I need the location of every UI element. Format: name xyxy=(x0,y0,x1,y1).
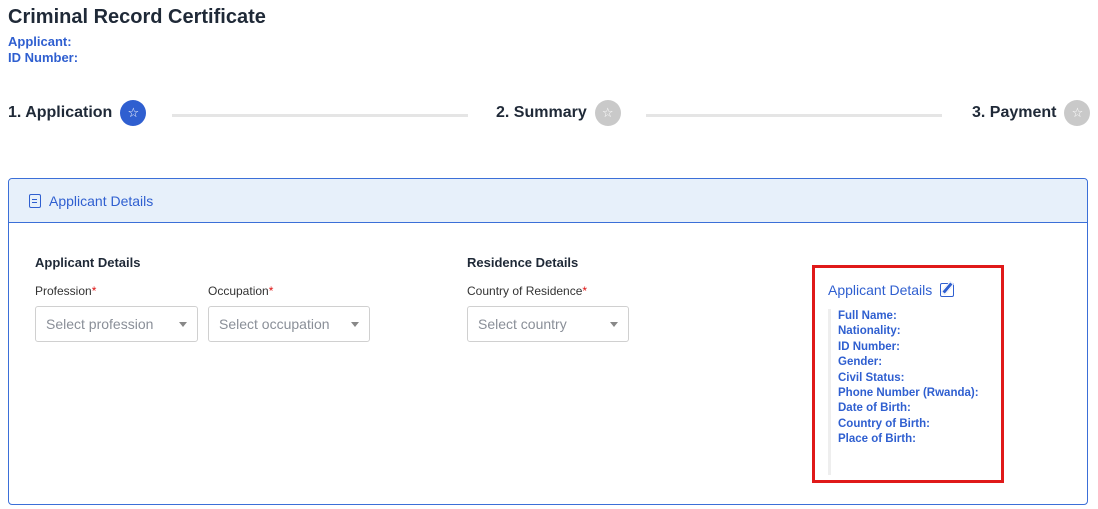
step-application[interactable]: 1. Application ☆ xyxy=(8,100,147,126)
step-payment-label: 3. Payment xyxy=(972,104,1057,121)
star-icon: ☆ xyxy=(120,100,147,126)
card-header-label: Applicant Details xyxy=(49,192,154,209)
chevron-down-icon xyxy=(610,321,618,327)
detail-country-of-birth: Country of Birth: xyxy=(838,417,930,430)
country-placeholder: Select country xyxy=(478,316,567,332)
detail-id-number: ID Number: xyxy=(838,340,900,353)
country-select[interactable]: Select country xyxy=(467,306,629,342)
country-label: Country of Residence* xyxy=(467,284,588,298)
details-list: Full Name: Nationality: ID Number: Gende… xyxy=(838,309,979,448)
step-summary-label: 2. Summary xyxy=(496,104,587,121)
star-icon: ☆ xyxy=(1064,100,1091,126)
step-connector xyxy=(172,114,468,117)
applicant-section-title: Applicant Details xyxy=(35,255,141,270)
profession-placeholder: Select profession xyxy=(46,316,154,332)
detail-place-of-birth: Place of Birth: xyxy=(838,433,916,446)
residence-section-title: Residence Details xyxy=(467,255,579,270)
detail-phone-number: Phone Number (Rwanda): xyxy=(838,387,979,400)
step-connector xyxy=(646,114,942,117)
profession-label: Profession* xyxy=(35,284,97,298)
document-icon xyxy=(29,193,41,208)
detail-full-name: Full Name: xyxy=(838,310,897,322)
step-summary[interactable]: 2. Summary ☆ xyxy=(496,100,621,126)
details-panel-title-text: Applicant Details xyxy=(828,282,933,298)
page-title: Criminal Record Certificate xyxy=(8,6,266,28)
details-rail xyxy=(828,309,831,475)
occupation-placeholder: Select occupation xyxy=(219,316,330,332)
occupation-select[interactable]: Select occupation xyxy=(208,306,370,342)
card-header[interactable]: Applicant Details xyxy=(9,179,1087,223)
detail-nationality: Nationality: xyxy=(838,325,901,338)
step-application-label: 1. Application xyxy=(8,104,113,121)
chevron-down-icon xyxy=(179,321,187,327)
occupation-label: Occupation* xyxy=(208,284,274,298)
step-payment[interactable]: 3. Payment ☆ xyxy=(972,100,1091,126)
applicant-label: Applicant: xyxy=(8,34,72,49)
details-panel-title: Applicant Details xyxy=(828,282,955,298)
chevron-down-icon xyxy=(351,321,359,327)
detail-gender: Gender: xyxy=(838,356,883,369)
edit-icon[interactable] xyxy=(940,283,955,297)
detail-civil-status: Civil Status: xyxy=(838,371,905,384)
detail-date-of-birth: Date of Birth: xyxy=(838,402,911,415)
profession-select[interactable]: Select profession xyxy=(35,306,198,342)
page: Criminal Record Certificate Applicant: I… xyxy=(0,0,1098,509)
id-number-label: ID Number: xyxy=(8,50,79,65)
applicant-details-panel: Applicant Details Full Name: Nationality… xyxy=(812,265,1004,483)
star-icon: ☆ xyxy=(594,100,621,126)
